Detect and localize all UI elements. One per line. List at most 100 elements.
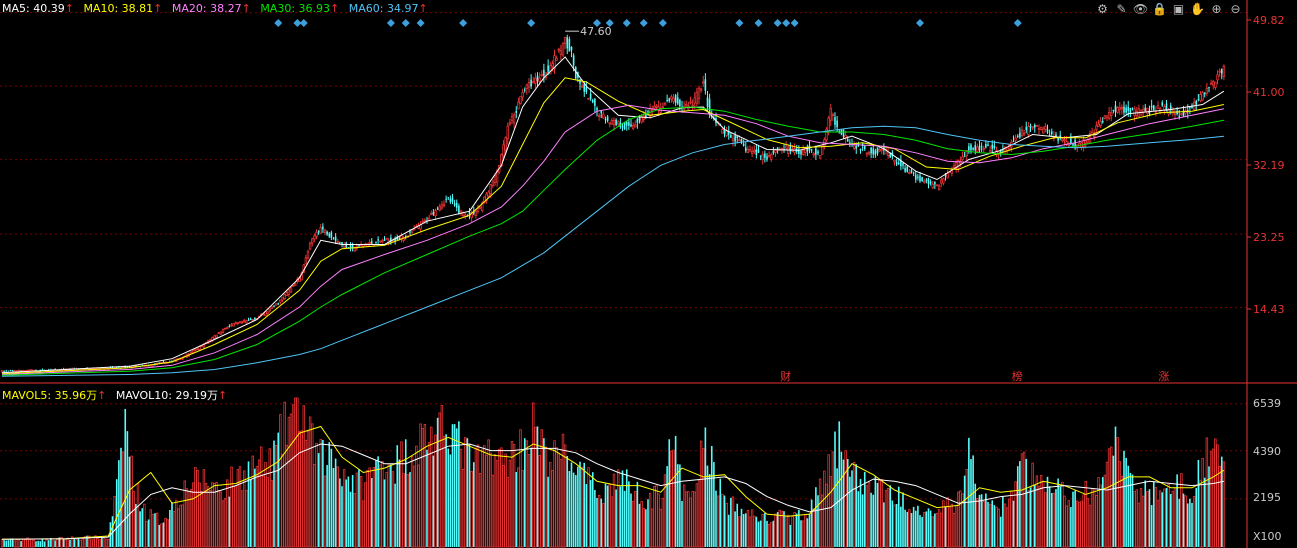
- candle-down: [1050, 131, 1053, 135]
- hand-icon[interactable]: ✋: [1190, 2, 1205, 17]
- volume-bar-down: [857, 491, 860, 547]
- candle-up: [245, 320, 248, 324]
- candle-up: [551, 63, 554, 67]
- volume-bar-down: [1129, 472, 1132, 547]
- volume-bar-up: [561, 433, 565, 548]
- candle-up: [1063, 139, 1066, 142]
- candle-up: [289, 287, 293, 293]
- gear-icon[interactable]: ⚙: [1095, 2, 1110, 17]
- volume-bar-down: [11, 538, 14, 547]
- candle-up: [1156, 105, 1160, 109]
- candle-down: [591, 100, 594, 103]
- volume-bar-down: [993, 505, 996, 547]
- volume-bar-down: [846, 459, 849, 547]
- save-icon[interactable]: ▣: [1171, 2, 1186, 17]
- zoom-in-icon[interactable]: ⊕: [1209, 2, 1224, 17]
- volume-bar-up: [865, 485, 869, 548]
- event-tag-rise[interactable]: 涨: [1158, 368, 1169, 384]
- candle-up: [1216, 74, 1219, 81]
- volume-bar-down: [704, 427, 707, 547]
- eye-icon[interactable]: 👁: [1133, 2, 1148, 17]
- volume-bar-down: [974, 483, 977, 547]
- volume-bar-down: [876, 482, 879, 547]
- volume-bar-up: [750, 509, 754, 548]
- volume-bar-up: [107, 538, 110, 548]
- candle-down: [676, 97, 679, 104]
- candle-up: [251, 318, 254, 321]
- volume-bar-up: [825, 483, 828, 548]
- volume-bar-up: [1093, 489, 1096, 548]
- candle-up: [379, 240, 382, 243]
- candle-up: [313, 235, 316, 240]
- volume-bar-up: [631, 500, 635, 548]
- volume-bar-down: [740, 508, 743, 547]
- volume-bar-up: [512, 444, 516, 548]
- candle-up: [385, 237, 388, 240]
- volume-bar-down: [1165, 488, 1168, 547]
- volume-bar-up: [500, 447, 503, 548]
- candle-up: [232, 323, 235, 327]
- brush-icon[interactable]: ✎: [1114, 2, 1129, 17]
- candle-up: [504, 137, 507, 151]
- volume-bar-up: [1008, 498, 1011, 548]
- candle-up: [491, 181, 495, 186]
- zoom-out-icon[interactable]: ⊖: [1228, 2, 1243, 17]
- candle-up: [976, 146, 979, 152]
- event-marker: [401, 19, 410, 27]
- candle-down: [993, 145, 996, 148]
- volume-bar-up: [767, 523, 771, 548]
- candle-up: [442, 203, 446, 206]
- volume-bar-down: [757, 521, 760, 547]
- volume-bar-down: [468, 443, 471, 547]
- kline-chart[interactable]: 47.60: [0, 0, 1297, 548]
- volume-bar-down: [351, 474, 354, 547]
- volume-bar-down: [630, 493, 632, 547]
- volume-bar-up: [298, 431, 301, 548]
- candle-down: [755, 149, 758, 156]
- volume-bar-up: [738, 516, 741, 548]
- candle-down: [742, 143, 745, 146]
- volume-bar-down: [458, 421, 460, 547]
- volume-bar-down: [69, 539, 71, 547]
- candle-up: [1118, 106, 1121, 110]
- volume-bar-down: [1131, 474, 1134, 547]
- volume-bar-up: [1020, 453, 1024, 548]
- candle-up: [612, 119, 616, 126]
- candle-down: [585, 87, 588, 92]
- volume-bar-up: [410, 455, 414, 548]
- volume-bar-down: [1029, 487, 1032, 547]
- price-tick: 41.00: [1253, 86, 1285, 99]
- volume-bar-up: [296, 397, 299, 548]
- candle-up: [308, 242, 312, 250]
- event-tag-ranking[interactable]: 榜: [1012, 368, 1023, 384]
- candle-down: [744, 147, 747, 151]
- volume-bar-down: [536, 426, 539, 547]
- lock-icon[interactable]: 🔒: [1152, 2, 1167, 17]
- volume-bar-down: [895, 504, 898, 547]
- candle-up: [217, 332, 220, 334]
- candle-up: [240, 321, 244, 324]
- volume-bar-up: [413, 465, 416, 548]
- volume-bar-up: [179, 504, 182, 548]
- volume-bar-down: [838, 421, 841, 547]
- volume-bar-up: [285, 444, 288, 548]
- candle-down: [630, 124, 632, 127]
- candle-up: [266, 311, 269, 315]
- volume-bar-up: [551, 470, 554, 548]
- volume-bar-down: [135, 503, 137, 547]
- candle-up: [672, 97, 675, 102]
- volume-bar-down: [991, 500, 994, 547]
- volume-bar-down: [836, 468, 838, 547]
- volume-bar-up: [1084, 480, 1087, 548]
- candle-down: [1055, 134, 1057, 137]
- candle-up: [1209, 82, 1213, 85]
- event-tag-finance[interactable]: 财: [780, 368, 791, 384]
- volume-bar-up: [175, 500, 178, 548]
- event-marker: [274, 19, 283, 27]
- volume-bar-down: [872, 494, 875, 547]
- candle-down: [247, 319, 250, 321]
- candle-up: [852, 145, 856, 149]
- volume-bar-up: [702, 448, 705, 548]
- volume-bar-up: [166, 519, 169, 548]
- candle-down: [1220, 68, 1223, 74]
